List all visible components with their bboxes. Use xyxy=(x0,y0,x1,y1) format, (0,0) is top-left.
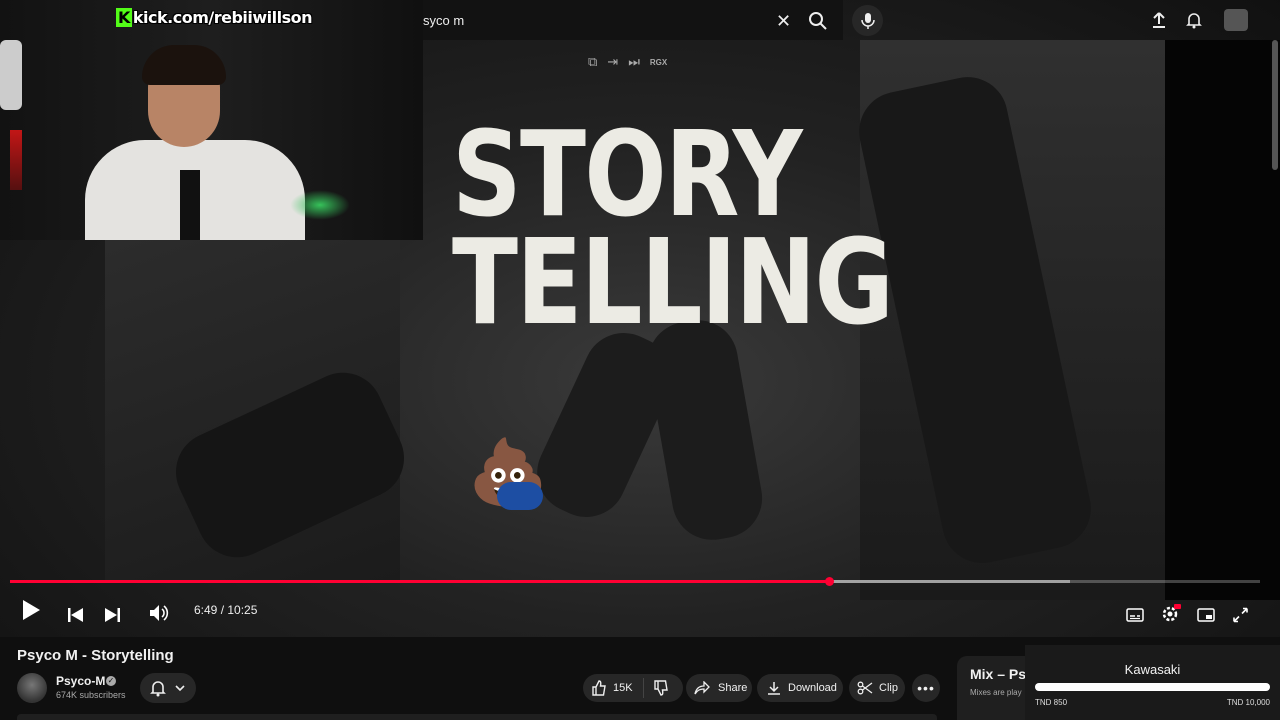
mic-icon xyxy=(861,13,875,29)
like-icon[interactable] xyxy=(591,680,607,696)
streamer-hair xyxy=(142,45,226,85)
clip-button[interactable]: Clip xyxy=(849,674,905,702)
mix-title[interactable]: Mix – Ps xyxy=(970,666,1026,682)
watermark-text: kick.com/rebiiwillson xyxy=(132,8,313,27)
fullscreen-icon[interactable] xyxy=(1233,603,1248,627)
video-letterbox-right xyxy=(1165,40,1280,600)
subscriber-count: 674K subscribers xyxy=(56,690,126,700)
miniplayer-icon[interactable] xyxy=(1197,603,1215,627)
share-label: Share xyxy=(718,682,748,694)
gamepad-sticker xyxy=(497,482,543,510)
clip-icon xyxy=(857,681,873,695)
chevron-down-icon xyxy=(175,685,185,692)
subscribed-notification-button[interactable] xyxy=(140,673,196,703)
download-icon xyxy=(768,682,780,695)
clip-label: Clip xyxy=(879,682,898,694)
share-icon xyxy=(694,681,710,695)
page-scrollbar[interactable] xyxy=(1272,40,1278,170)
share-button[interactable]: Share xyxy=(686,674,752,702)
artwork-title-line1: STORY xyxy=(452,105,803,243)
subtitles-icon[interactable] xyxy=(1126,603,1144,627)
progress-scrubber[interactable] xyxy=(824,577,834,586)
artwork-title-line2: TELLING xyxy=(452,213,894,351)
red-light xyxy=(10,130,22,190)
progress-played xyxy=(10,580,829,583)
search-input[interactable]: syco m xyxy=(423,13,464,28)
channel-name[interactable]: Psyco-M xyxy=(56,674,105,688)
search-icon[interactable] xyxy=(808,11,828,31)
webcam-overlay xyxy=(0,0,423,240)
goal-widget-title: Kawasaki xyxy=(1124,662,1181,677)
enter-icon[interactable]: ⇥ xyxy=(607,54,618,70)
voice-search-button[interactable] xyxy=(852,5,883,36)
extension-label[interactable]: RGX xyxy=(650,58,667,67)
video-title: Psyco M - Storytelling xyxy=(17,647,174,664)
stream-watermark: Kkick.com/rebiiwillson xyxy=(116,8,313,27)
verified-icon: ✓ xyxy=(106,676,116,686)
like-count[interactable]: 15K xyxy=(613,682,633,694)
pill-divider xyxy=(642,678,644,698)
artwork-title: STORY TELLING xyxy=(452,105,894,351)
studio-microphone xyxy=(0,40,22,110)
goal-widget-max: TND 10,000 xyxy=(1226,698,1270,707)
upload-icon[interactable] xyxy=(1150,11,1168,29)
profile-icon[interactable] xyxy=(1224,9,1248,31)
clear-icon[interactable]: ✕ xyxy=(776,11,791,32)
volume-icon[interactable] xyxy=(149,601,169,625)
settings-icon[interactable] xyxy=(1161,601,1181,625)
previous-icon[interactable] xyxy=(68,603,84,627)
video-player[interactable]: STORY TELLING 💩 Kkick.com/rebiiwillson s… xyxy=(0,0,1280,637)
play-icon[interactable] xyxy=(20,598,42,622)
green-light xyxy=(290,190,350,220)
channel-avatar[interactable] xyxy=(17,673,47,703)
mix-subtitle: Mixes are play xyxy=(970,688,1022,697)
description-box-edge[interactable] xyxy=(17,714,937,720)
goal-widget-bar xyxy=(1035,683,1270,691)
dislike-icon[interactable] xyxy=(653,680,669,696)
like-dislike-group: 15K xyxy=(583,674,683,702)
streamer-tie xyxy=(180,170,200,240)
skip-icon[interactable]: ⏭ xyxy=(628,54,640,70)
bell-icon[interactable] xyxy=(1185,11,1203,29)
time-display: 6:49 / 10:25 xyxy=(194,603,258,617)
extension-toolbar: ⧉ ⇥ ⏭ RGX xyxy=(580,48,698,76)
more-actions-button[interactable]: ••• xyxy=(912,674,940,702)
download-button[interactable]: Download xyxy=(757,674,843,702)
popout-icon[interactable]: ⧉ xyxy=(588,54,597,70)
next-icon[interactable] xyxy=(104,603,120,627)
more-icon: ••• xyxy=(917,680,935,696)
goal-widget-fill xyxy=(1035,683,1270,691)
bell-icon xyxy=(150,681,166,697)
download-label: Download xyxy=(788,682,837,694)
goal-widget-min: TND 850 xyxy=(1035,698,1068,707)
